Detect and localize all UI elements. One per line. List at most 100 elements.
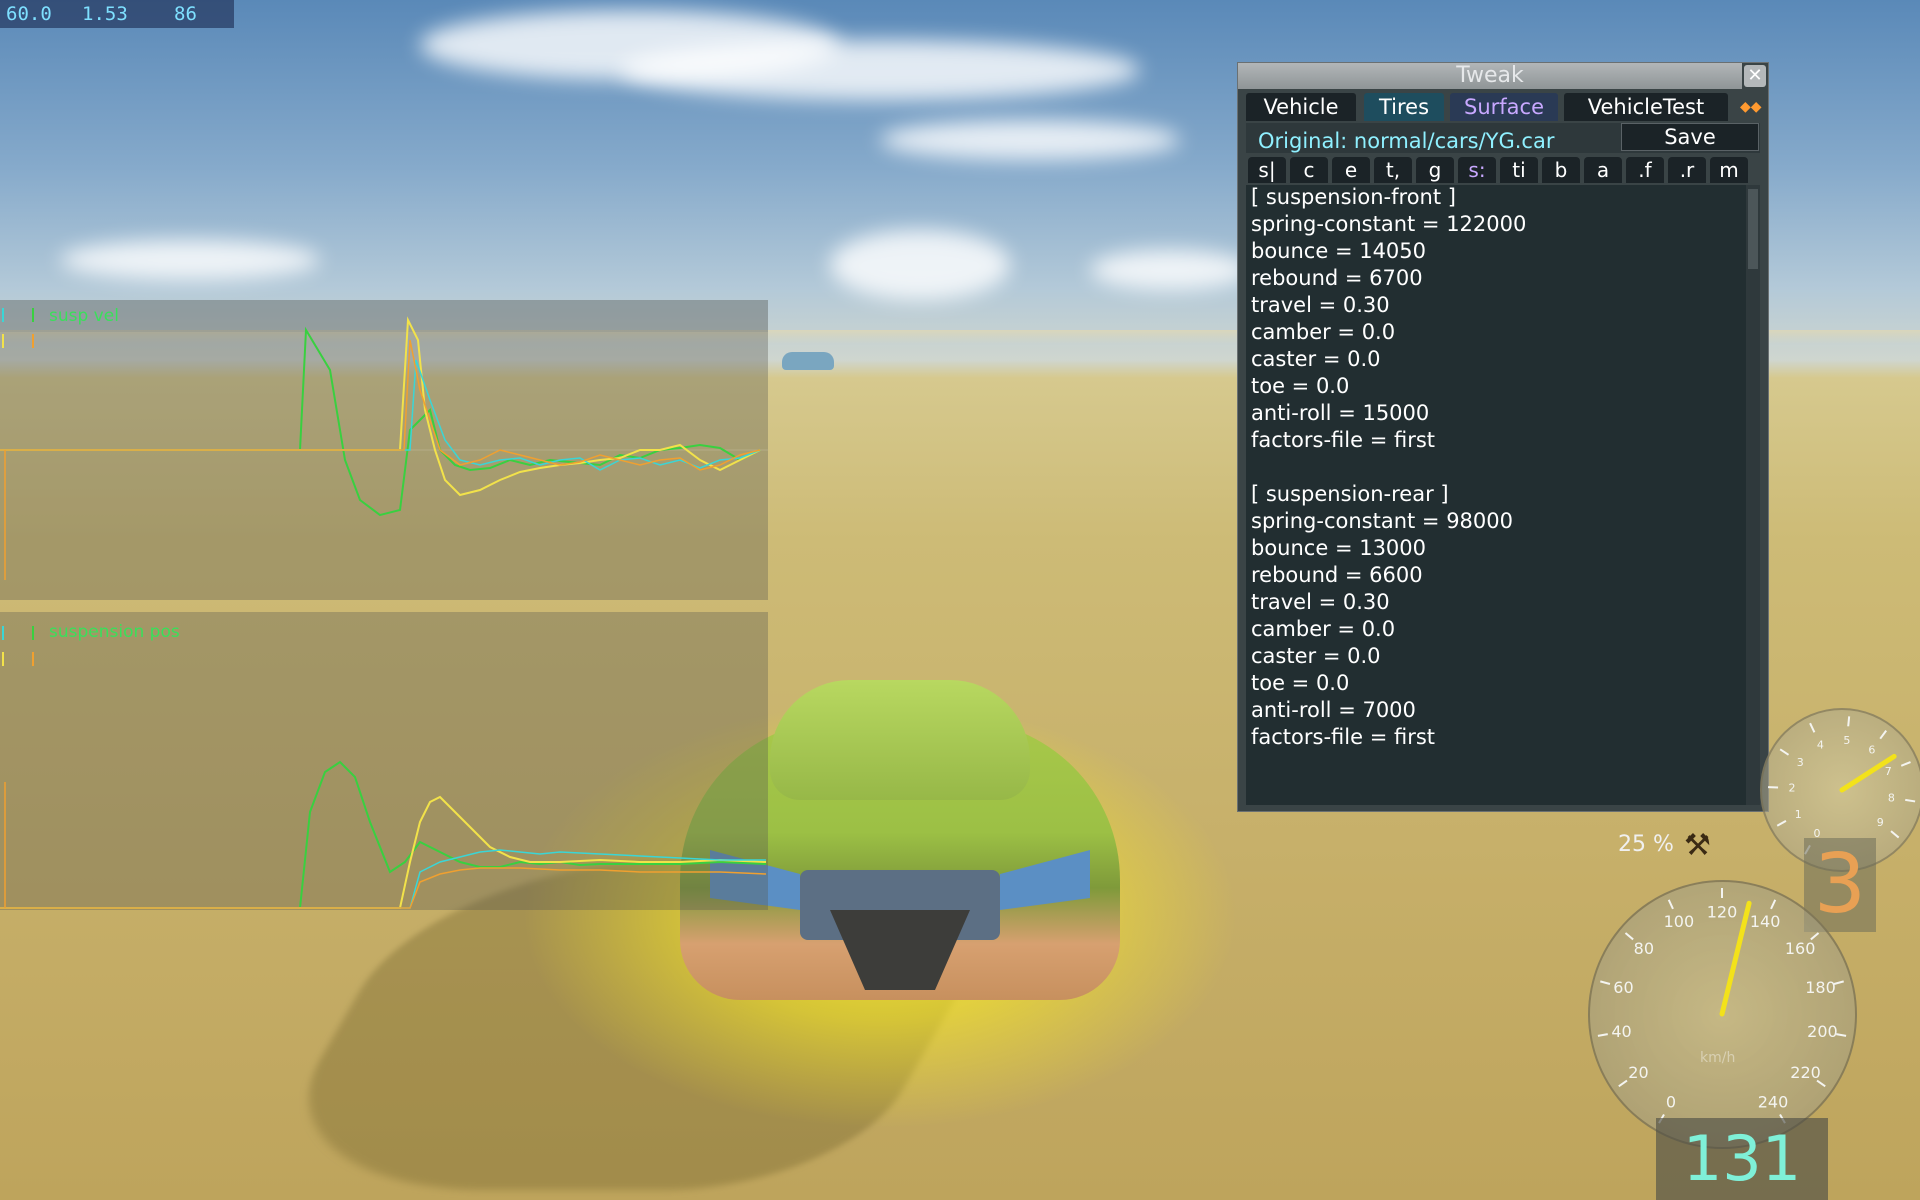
scrollbar-thumb[interactable] [1748, 189, 1758, 269]
config-line: factors-file = first [1251, 725, 1436, 749]
speedometer: 0 20 40 60 80 100 120 140 160 180 200 220 240 [1588, 880, 1857, 1149]
section-chip[interactable]: m [1710, 157, 1748, 183]
config-line: anti-roll = 15000 [1251, 401, 1430, 425]
tab-tires[interactable]: Tires [1364, 93, 1444, 121]
dial-tick [1600, 980, 1611, 985]
speed-unit: km/h [1700, 1050, 1736, 1066]
dial-tick [1776, 820, 1787, 827]
config-line: factors-file = first [1251, 428, 1436, 452]
series-yellow [0, 316, 761, 497]
damage-percent: 25 % [1618, 832, 1674, 857]
tab-scroll-arrows-icon[interactable]: ◆◆ [1740, 99, 1762, 115]
rpm-tick-label: 7 [1885, 765, 1892, 778]
config-line: bounce = 13000 [1251, 536, 1427, 560]
frame-time-value: 1.53 [82, 3, 128, 25]
config-line: travel = 0.30 [1251, 293, 1390, 317]
section-chip[interactable]: b [1542, 157, 1580, 183]
series-green [0, 326, 761, 517]
section-chip[interactable]: s: [1458, 157, 1496, 183]
dial-tick [1809, 722, 1816, 733]
speed-tick-label: 60 [1613, 978, 1633, 997]
speed-tick-label: 220 [1790, 1063, 1821, 1082]
susp-vel-plot [0, 316, 768, 580]
fps-counter: 60.0 1.53 86 [0, 0, 234, 28]
tweak-title-bar[interactable]: Tweak [1238, 63, 1742, 89]
cloud [1090, 250, 1250, 290]
config-line: caster = 0.0 [1251, 644, 1381, 668]
config-line: toe = 0.0 [1251, 671, 1350, 695]
speed-tick-label: 80 [1634, 939, 1654, 958]
hammer-icon: ⚒ [1684, 828, 1711, 863]
speed-tick-label: 200 [1807, 1022, 1838, 1041]
section-chip[interactable]: .r [1668, 157, 1706, 183]
close-icon[interactable]: ✕ [1744, 65, 1766, 87]
suspension-pos-plot [0, 760, 767, 909]
section-chip[interactable]: ti [1500, 157, 1538, 183]
config-line: toe = 0.0 [1251, 374, 1350, 398]
series-cyan [0, 849, 766, 909]
speed-tick-label: 20 [1628, 1063, 1648, 1082]
section-chip[interactable]: s| [1248, 157, 1286, 183]
config-line: [ suspension-rear ] [1251, 482, 1449, 506]
speed-tick-label: 120 [1707, 902, 1738, 921]
dial-tick [1618, 1079, 1628, 1088]
cloud [620, 40, 1140, 100]
tweak-text-area[interactable]: [ suspension-front ] spring-constant = 12… [1246, 185, 1746, 805]
config-line: caster = 0.0 [1251, 347, 1381, 371]
speed-tick-label: 140 [1750, 912, 1781, 931]
fps-value: 60.0 [6, 3, 52, 25]
speed-tick-label: 180 [1805, 978, 1836, 997]
tab-vehicletest[interactable]: VehicleTest [1564, 93, 1728, 121]
save-button[interactable]: Save [1621, 123, 1759, 151]
rpm-tick-label: 3 [1797, 756, 1804, 769]
speed-tick-label: 240 [1758, 1093, 1789, 1112]
car-roof [770, 680, 1030, 800]
dial-tick [1770, 899, 1777, 910]
tweak-window: Tweak ✕ Vehicle Tires Surface VehicleTes… [1237, 62, 1769, 812]
config-line: [ suspension-front ] [1251, 185, 1456, 209]
rpm-tick-label: 1 [1795, 808, 1802, 821]
rpm-tick-label: 9 [1877, 816, 1884, 829]
config-line: camber = 0.0 [1251, 617, 1396, 641]
speed-tick-label: 100 [1664, 912, 1695, 931]
series-orange [0, 782, 767, 909]
config-line: bounce = 14050 [1251, 239, 1427, 263]
rpm-tick-label: 2 [1789, 782, 1796, 795]
section-chip[interactable]: a [1584, 157, 1622, 183]
tab-vehicle[interactable]: Vehicle [1246, 93, 1356, 121]
cloud [60, 240, 320, 280]
original-file-label: Original: normal/cars/YG.car [1258, 129, 1555, 153]
third-value: 86 [174, 3, 197, 25]
speed-readout: 131 [1656, 1118, 1828, 1200]
dial-tick [1900, 761, 1911, 767]
speed-tick-label: 160 [1785, 939, 1816, 958]
config-line: rebound = 6700 [1251, 266, 1423, 290]
dial-tick [1597, 1033, 1608, 1037]
dial-tick [1624, 932, 1634, 941]
dial-tick [1667, 899, 1674, 910]
cloud [830, 230, 1010, 300]
config-line: travel = 0.30 [1251, 590, 1390, 614]
speed-tick-label: 0 [1666, 1093, 1676, 1112]
section-chip[interactable]: c [1290, 157, 1328, 183]
dial-tick [1905, 798, 1916, 803]
section-chip[interactable]: t, [1374, 157, 1412, 183]
dial-tick [1779, 748, 1790, 756]
tab-surface[interactable]: Surface [1450, 93, 1558, 121]
config-line: anti-roll = 7000 [1251, 698, 1416, 722]
suspension-pos-graph: suspension pos [0, 612, 768, 910]
speed-tick-label: 40 [1611, 1022, 1631, 1041]
speedometer-dial: 020406080100120140160180200220240 [1597, 888, 1847, 1124]
series-green [0, 760, 767, 909]
section-chip[interactable]: g [1416, 157, 1454, 183]
section-chip[interactable]: e [1332, 157, 1370, 183]
dial-tick [1879, 730, 1887, 740]
rpm-tick-label: 6 [1868, 744, 1875, 757]
config-line: spring-constant = 98000 [1251, 509, 1513, 533]
cloud [880, 120, 1180, 160]
distant-car [782, 352, 834, 370]
section-chip[interactable]: .f [1626, 157, 1664, 183]
tweak-scrollbar[interactable] [1746, 185, 1760, 805]
dial-tick [1847, 716, 1851, 727]
rpm-tick-label: 5 [1843, 734, 1850, 747]
